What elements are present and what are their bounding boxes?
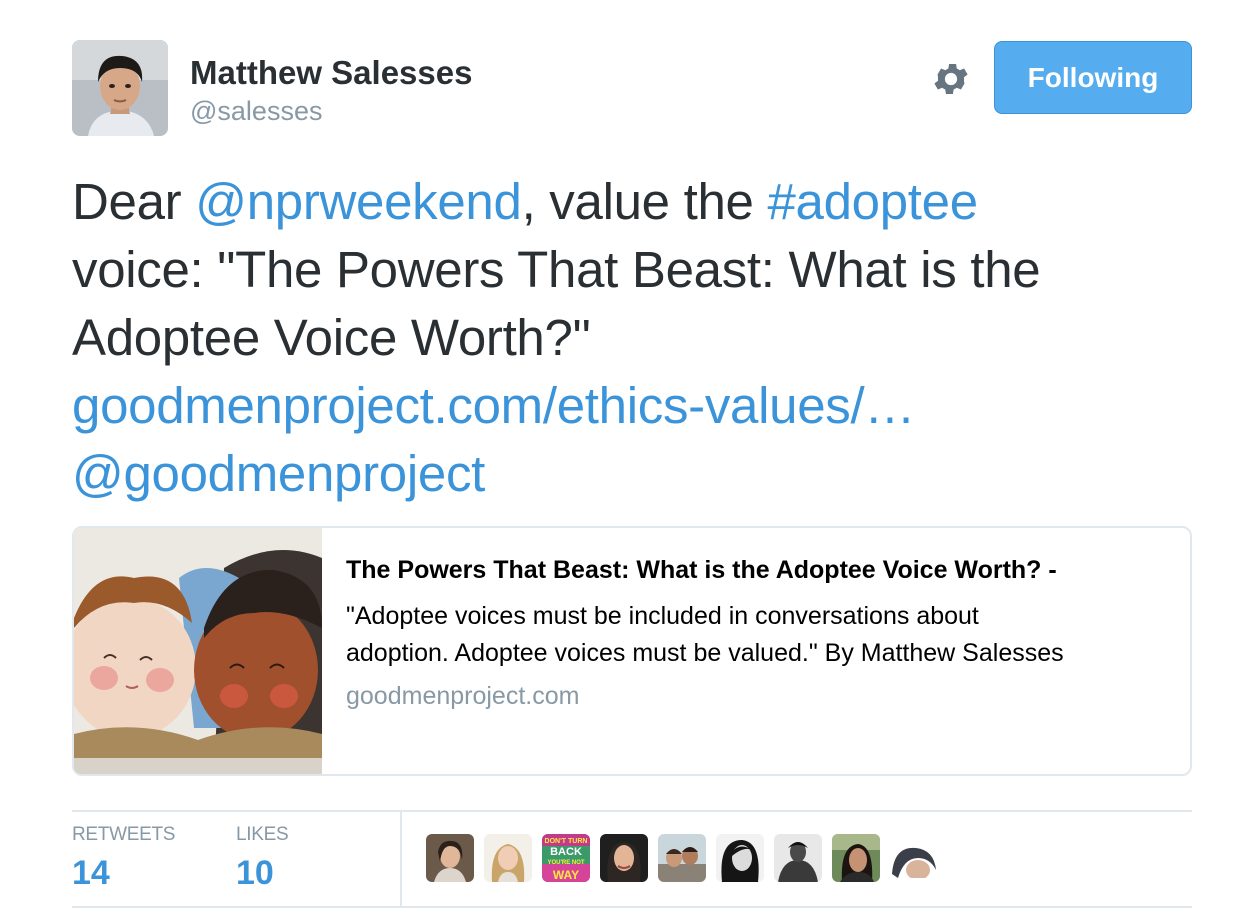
author-avatar-icon (72, 40, 168, 136)
card-title[interactable]: The Powers That Beast: What is the Adopt… (346, 556, 1057, 585)
likes-stat[interactable]: LIKES 10 (236, 824, 289, 893)
liker-avatar-3[interactable]: DON'T TURN BACK YOU'RE NOT WAY (542, 834, 590, 882)
tweet-text-mid: , value the (521, 173, 768, 230)
liker-avatar-5[interactable] (658, 834, 706, 882)
card-domain: goodmenproject.com (346, 682, 580, 710)
liker-avatar-8[interactable] (832, 834, 880, 882)
likes-count: 10 (236, 854, 274, 892)
mention-goodmenproject-link[interactable]: @goodmenproject (72, 440, 1202, 508)
liker-avatar-2[interactable] (484, 834, 532, 882)
liker-avatar-4[interactable] (600, 834, 648, 882)
retweets-count: 14 (72, 854, 110, 892)
liker-avatar-7[interactable] (774, 834, 822, 882)
liker-avatar-1[interactable] (426, 834, 474, 882)
author-avatar[interactable] (72, 40, 168, 136)
card-description-line-1: "Adoptee voices must be included in conv… (346, 602, 979, 630)
author-name[interactable]: Matthew Salesses (190, 54, 472, 92)
hashtag-adoptee-link[interactable]: #adoptee (767, 173, 978, 230)
retweets-label: RETWEETS (72, 824, 176, 845)
stats-divider-vertical (400, 812, 402, 906)
gear-icon[interactable] (930, 58, 972, 100)
card-description: "Adoptee voices must be included in conv… (346, 598, 1176, 672)
stats-divider-top (72, 810, 1192, 812)
likes-label: LIKES (236, 824, 289, 845)
tweet-line-1: Dear @nprweekend, value the #adoptee (72, 168, 1202, 236)
tweet-line-2: voice: "The Powers That Beast: What is t… (72, 241, 1041, 298)
author-handle[interactable]: @salesses (190, 96, 322, 127)
liker-avatar-3-text-low: YOU'RE NOT (547, 860, 584, 866)
card-description-line-2: adoption. Adoptee voices must be valued.… (346, 639, 1064, 667)
liker-avatar-6[interactable] (716, 834, 764, 882)
liker-avatar-3-text-bottom: WAY (553, 868, 579, 882)
tweet-text: Dear @nprweekend, value the #adoptee voi… (72, 168, 1202, 508)
tweet-line-3: Adoptee Voice Worth?" (72, 309, 591, 366)
link-preview-card[interactable]: The Powers That Beast: What is the Adopt… (72, 526, 1192, 776)
mention-nprweekend-link[interactable]: @nprweekend (195, 173, 522, 230)
article-url-link[interactable]: goodmenproject.com/ethics-values/… (72, 372, 1202, 440)
liker-avatar-3-text-top: DON'T TURN (545, 838, 588, 845)
retweets-stat[interactable]: RETWEETS 14 (72, 824, 175, 893)
liker-avatar-9[interactable] (890, 834, 938, 882)
stats-divider-bottom (72, 906, 1192, 908)
following-button[interactable]: Following (994, 41, 1192, 114)
liker-avatar-3-text-mid: BACK (550, 846, 582, 858)
dolls-thumbnail-image (74, 528, 322, 774)
tweet-text-start: Dear (72, 173, 196, 230)
